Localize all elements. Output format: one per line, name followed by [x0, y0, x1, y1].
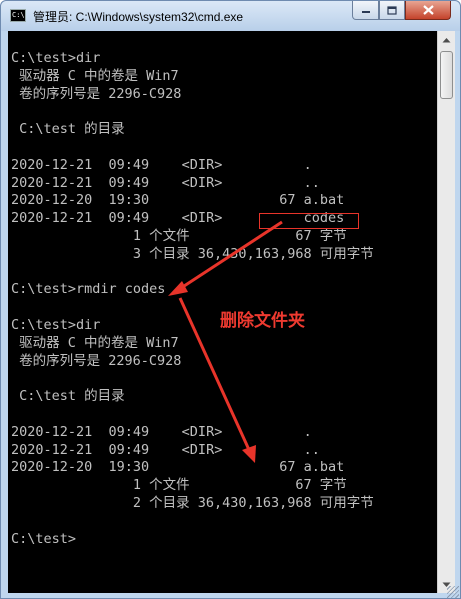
arrow-to-listing-head: [242, 445, 256, 463]
arrow-to-rmdir: [177, 220, 283, 292]
arrow-to-rmdir-head: [168, 281, 188, 296]
arrow-to-listing: [178, 297, 252, 453]
annotation-arrows: [168, 220, 283, 463]
